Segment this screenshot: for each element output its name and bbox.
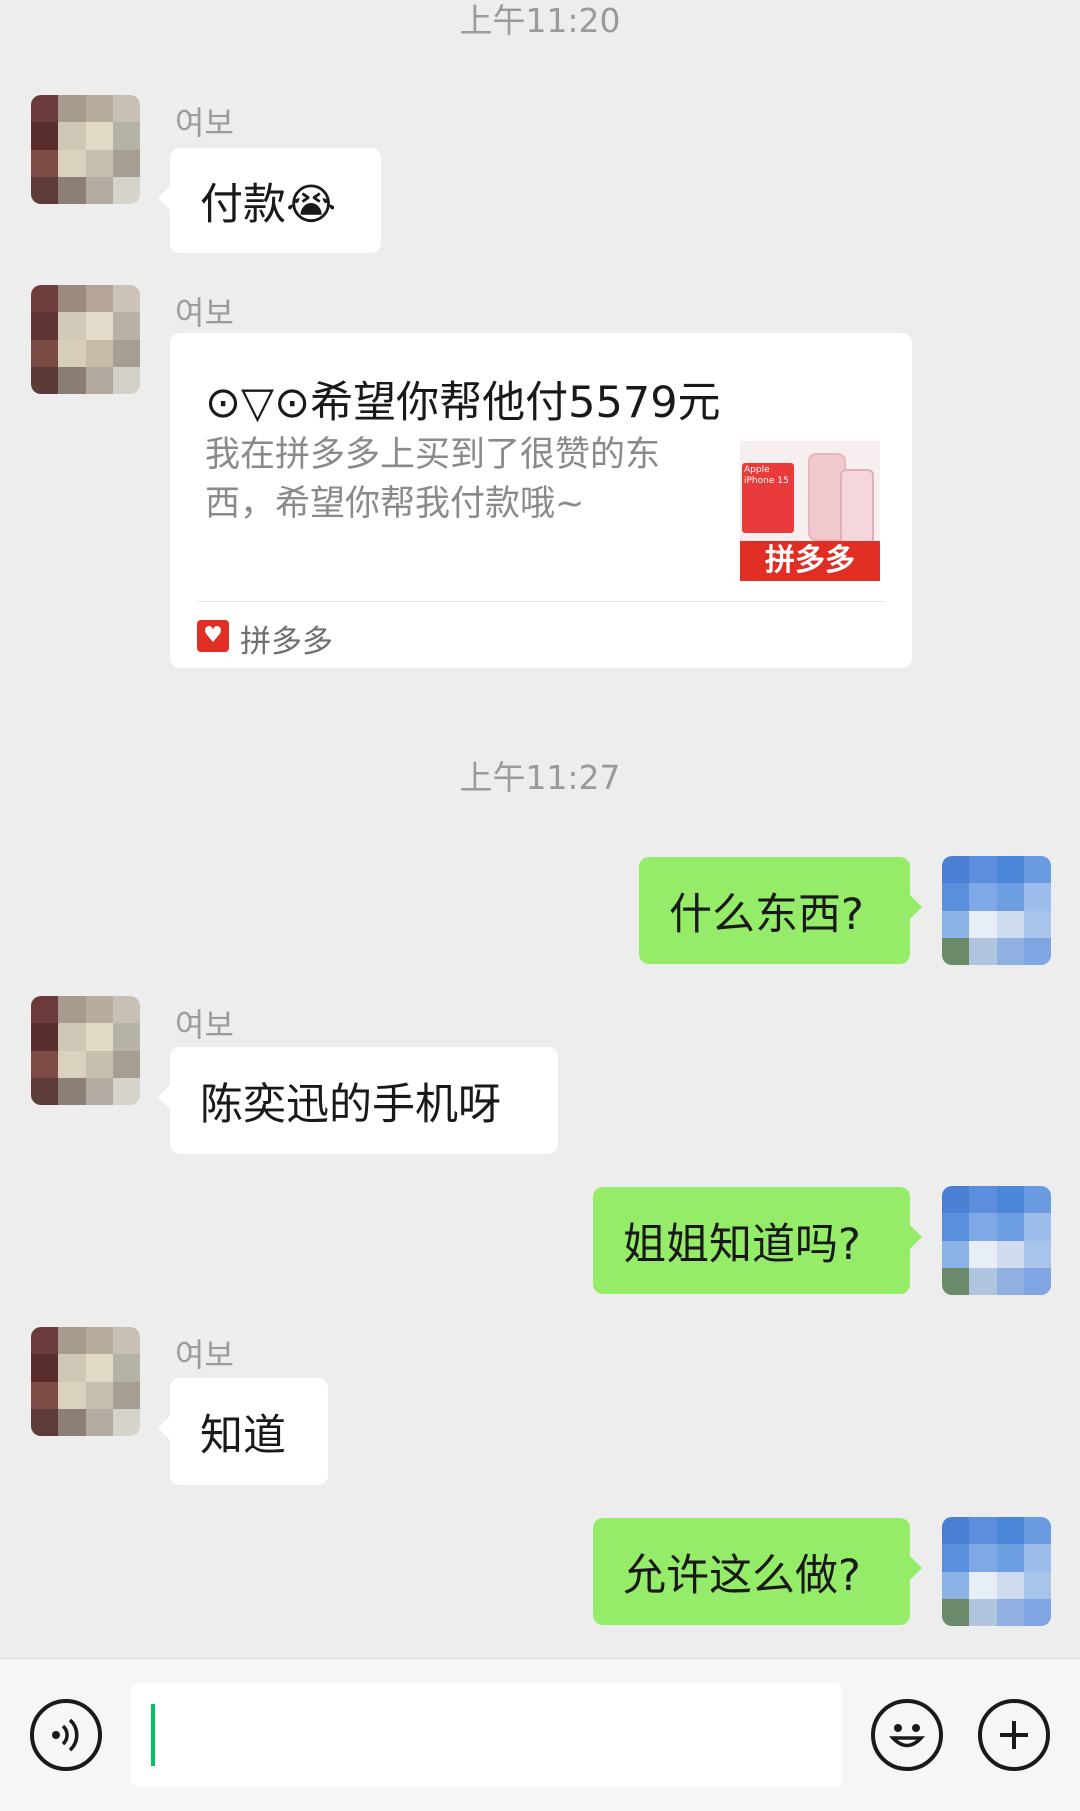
message-bubble[interactable]: 知道	[158, 1378, 328, 1485]
contact-name: 여보	[175, 1336, 234, 1374]
emoji-button[interactable]	[871, 1699, 943, 1771]
more-button[interactable]	[978, 1699, 1050, 1771]
self-avatar[interactable]	[942, 856, 1051, 965]
contact-avatar[interactable]	[31, 996, 140, 1105]
timestamp: 上午11:20	[459, 1, 621, 40]
phone-front-image	[840, 469, 874, 545]
message-bubble[interactable]: 姐姐知道吗?	[593, 1187, 922, 1294]
voice-button[interactable]	[30, 1699, 102, 1771]
plus-icon	[1000, 1721, 1028, 1749]
message-bubble[interactable]: 什么东西?	[639, 857, 922, 964]
voice-icon	[52, 1718, 79, 1752]
text-cursor	[151, 1704, 155, 1766]
input-bar	[0, 1658, 1080, 1811]
self-avatar[interactable]	[942, 1186, 1051, 1295]
self-avatar[interactable]	[942, 1517, 1051, 1626]
product-thumbnail: Apple iPhone 15 拼多多	[740, 441, 880, 581]
emoji-icon	[888, 1724, 926, 1748]
contact-avatar[interactable]	[31, 1327, 140, 1436]
card-divider	[197, 601, 885, 602]
contact-avatar[interactable]	[31, 285, 140, 394]
contact-name: 여보	[175, 1006, 234, 1044]
card-description: 我在拼多多上买到了很赞的东西，希望你帮我付款哦~	[205, 435, 661, 524]
message-bubble[interactable]: 陈奕迅的手机呀	[158, 1047, 558, 1154]
message-input[interactable]	[131, 1683, 842, 1787]
contact-name: 여보	[175, 104, 234, 142]
card-source: 拼多多	[240, 624, 333, 660]
thumb-text: iPhone 15	[744, 476, 789, 486]
card-title: ⊙▽⊙希望你帮他付5579元	[205, 378, 721, 428]
contact-avatar[interactable]	[31, 95, 140, 204]
message-bubble[interactable]: 允许这么做?	[593, 1518, 922, 1625]
thumb-text: Apple	[744, 465, 770, 475]
contact-name: 여보	[175, 294, 234, 332]
pdd-banner: 拼多多	[740, 541, 880, 581]
message-bubble[interactable]: 付款😭	[158, 148, 381, 253]
payment-request-card[interactable]: ⊙▽⊙希望你帮他付5579元 我在拼多多上买到了很赞的东西，希望你帮我付款哦~ …	[170, 333, 912, 668]
timestamp: 上午11:27	[459, 758, 621, 797]
pdd-logo-icon: ♥	[197, 620, 229, 652]
